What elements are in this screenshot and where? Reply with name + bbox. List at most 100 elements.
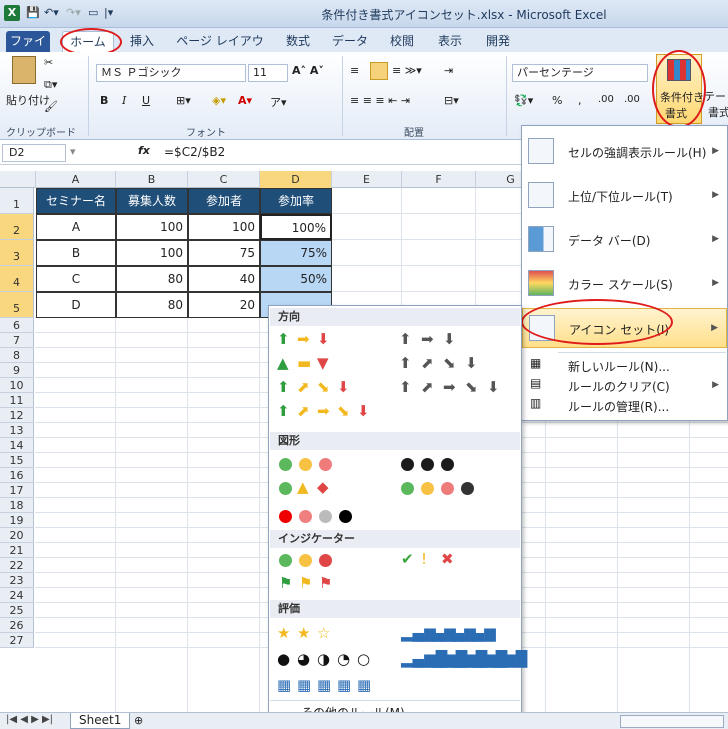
row-header[interactable]: 13 [0, 423, 34, 438]
icon-set-option[interactable] [395, 480, 495, 500]
icon-set-option[interactable] [395, 648, 505, 668]
phonetic-icon[interactable]: ア▾ [270, 94, 287, 110]
row-header[interactable]: 22 [0, 558, 34, 573]
wrap-text-icon[interactable]: ⇥ [444, 64, 453, 77]
column-header[interactable]: B [116, 171, 188, 188]
icon-set-option[interactable] [273, 552, 373, 572]
column-header[interactable]: A [36, 171, 116, 188]
table-cell[interactable]: 75 [188, 240, 260, 266]
tab-formulas[interactable]: 数式 [280, 31, 316, 52]
merge-center-icon[interactable]: ⊟▾ [444, 94, 459, 107]
table-cell[interactable]: 75% [260, 240, 332, 266]
column-header[interactable]: F [402, 171, 476, 188]
menu-item-top-bottom-rules[interactable]: 上位/下位ルール(T) ▶ [522, 174, 727, 218]
menu-item-highlight-rules[interactable]: セルの強調表示ルール(H) ▶ [522, 130, 727, 174]
row-header[interactable]: 11 [0, 393, 34, 408]
excel-app-icon[interactable]: X [4, 5, 20, 21]
number-format-combo[interactable]: パーセンテージ [512, 64, 648, 82]
tab-insert[interactable]: 挿入 [124, 31, 160, 52]
table-cell[interactable]: 40 [188, 266, 260, 292]
tab-review[interactable]: 校閲 [384, 31, 420, 52]
column-header[interactable]: D [260, 171, 332, 188]
name-box-dropdown-icon[interactable]: ▾ [70, 145, 76, 158]
table-cell[interactable]: 100% [260, 214, 332, 240]
table-cell[interactable]: D [36, 292, 116, 318]
icon-set-option[interactable] [273, 508, 373, 528]
table-cell[interactable]: 100 [116, 240, 188, 266]
format-painter-icon[interactable]: 🖌 [44, 100, 58, 113]
icon-set-option[interactable] [273, 480, 373, 500]
row-header[interactable]: 7 [0, 333, 34, 348]
table-cell[interactable]: 50% [260, 266, 332, 292]
row-header[interactable]: 24 [0, 588, 34, 603]
icon-set-option[interactable] [273, 352, 373, 372]
font-color-icon[interactable]: A▾ [238, 94, 252, 107]
row-header[interactable]: 1 [0, 188, 34, 214]
row-header[interactable]: 4 [0, 266, 34, 292]
select-all-corner[interactable] [0, 171, 36, 188]
table-header-cell[interactable]: 募集人数 [116, 188, 188, 214]
table-cell[interactable]: B [36, 240, 116, 266]
underline-button[interactable]: U [142, 94, 150, 107]
new-file-icon[interactable]: ▭ [88, 6, 98, 21]
table-cell[interactable]: 80 [116, 292, 188, 318]
icon-set-option[interactable] [273, 376, 373, 396]
row-header[interactable]: 3 [0, 240, 34, 266]
icon-set-option[interactable] [273, 674, 383, 694]
cut-icon[interactable]: ✂ [44, 56, 53, 69]
row-header[interactable]: 25 [0, 603, 34, 618]
column-header[interactable]: E [332, 171, 402, 188]
tab-file[interactable]: ファイル [6, 31, 50, 69]
icon-set-option[interactable] [395, 376, 515, 396]
name-box[interactable]: D2 [2, 144, 66, 162]
align-middle-icon[interactable] [370, 62, 388, 80]
row-header[interactable]: 10 [0, 378, 34, 393]
borders-icon[interactable]: ⊞▾ [176, 94, 191, 107]
currency-icon[interactable]: 💱▾ [514, 94, 533, 107]
row-header[interactable]: 21 [0, 543, 34, 558]
icon-set-option[interactable] [395, 456, 495, 476]
format-as-table-button[interactable]: テー [704, 88, 726, 104]
undo-icon[interactable]: ↶▾ [44, 6, 59, 21]
icon-set-option[interactable] [273, 572, 373, 592]
fill-color-icon[interactable]: ◈▾ [212, 94, 226, 107]
column-header[interactable]: C [188, 171, 260, 188]
row-header[interactable]: 27 [0, 633, 34, 648]
row-header[interactable]: 12 [0, 408, 34, 423]
table-cell[interactable]: 80 [116, 266, 188, 292]
sheet-nav-icon[interactable]: |◀ ◀ ▶ ▶| [6, 714, 53, 725]
row-header[interactable]: 14 [0, 438, 34, 453]
table-cell[interactable]: 100 [188, 214, 260, 240]
row-header[interactable]: 9 [0, 363, 34, 378]
comma-button[interactable]: , [578, 94, 582, 107]
tab-page-layout[interactable]: ページ レイアウト [172, 31, 268, 69]
icon-set-option[interactable] [273, 648, 383, 668]
icon-set-option[interactable] [273, 456, 373, 476]
icon-set-option[interactable] [395, 352, 515, 372]
table-cell[interactable]: 100 [116, 214, 188, 240]
increase-decimal-button[interactable]: .00 [598, 94, 614, 105]
formula-input[interactable]: =$C2/$B2 [164, 145, 225, 159]
table-header-cell[interactable]: 参加者 [188, 188, 260, 214]
tab-view[interactable]: 表示 [432, 31, 468, 52]
align-bottom-icon[interactable]: ≡ ≫▾ [392, 64, 422, 77]
row-header[interactable]: 8 [0, 348, 34, 363]
row-header[interactable]: 6 [0, 318, 34, 333]
menu-item-color-scales[interactable]: カラー スケール(S) ▶ [522, 262, 727, 306]
align-left-icon[interactable]: ≡ ≡ ≡ ⇤ ⇥ [350, 94, 410, 107]
table-cell[interactable]: A [36, 214, 116, 240]
table-header-cell[interactable]: 参加率 [260, 188, 332, 214]
insert-function-icon[interactable]: fx [138, 144, 150, 157]
icon-set-option[interactable] [395, 328, 515, 348]
menu-item-clear-rules[interactable]: ▤ ルールのクリア(C) ▶ [522, 376, 727, 396]
row-header[interactable]: 17 [0, 483, 34, 498]
row-header[interactable]: 16 [0, 468, 34, 483]
icon-set-option[interactable] [273, 328, 373, 348]
row-header[interactable]: 26 [0, 618, 34, 633]
decrease-decimal-button[interactable]: .00 [624, 94, 640, 105]
icon-set-option[interactable] [395, 552, 495, 572]
grow-font-icon[interactable]: A˄ A˅ [292, 64, 324, 77]
menu-item-new-rule[interactable]: ▦ 新しいルール(N)... [522, 356, 727, 376]
tab-developer[interactable]: 開発 [480, 31, 516, 52]
paste-icon[interactable] [12, 56, 36, 84]
